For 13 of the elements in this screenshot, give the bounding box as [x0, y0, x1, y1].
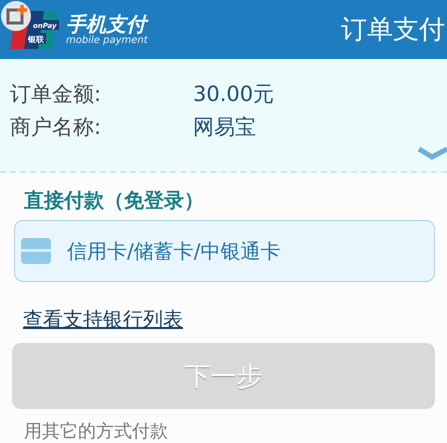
bank-list-link[interactable]: 查看支持银行列表 — [23, 306, 183, 333]
screenshot-icon[interactable] — [0, 0, 32, 32]
card-option[interactable]: 信用卡/储蓄卡/中银通卡 — [14, 220, 435, 282]
order-label: 订单金额: — [10, 80, 102, 108]
page-title: 订单支付 — [341, 14, 445, 48]
order-label: 商户名称: — [10, 114, 102, 141]
order-value: 网易宝 — [193, 114, 256, 141]
order-value: 30.00元 — [193, 80, 274, 108]
card-icon — [21, 238, 51, 264]
section-heading: 直接付款（免登录） — [24, 187, 204, 214]
logo-title: 手机支付 — [66, 12, 148, 35]
logo-subtitle: mobile payment — [66, 34, 148, 47]
other-methods-text: 用其它的方式付款 — [24, 420, 168, 443]
